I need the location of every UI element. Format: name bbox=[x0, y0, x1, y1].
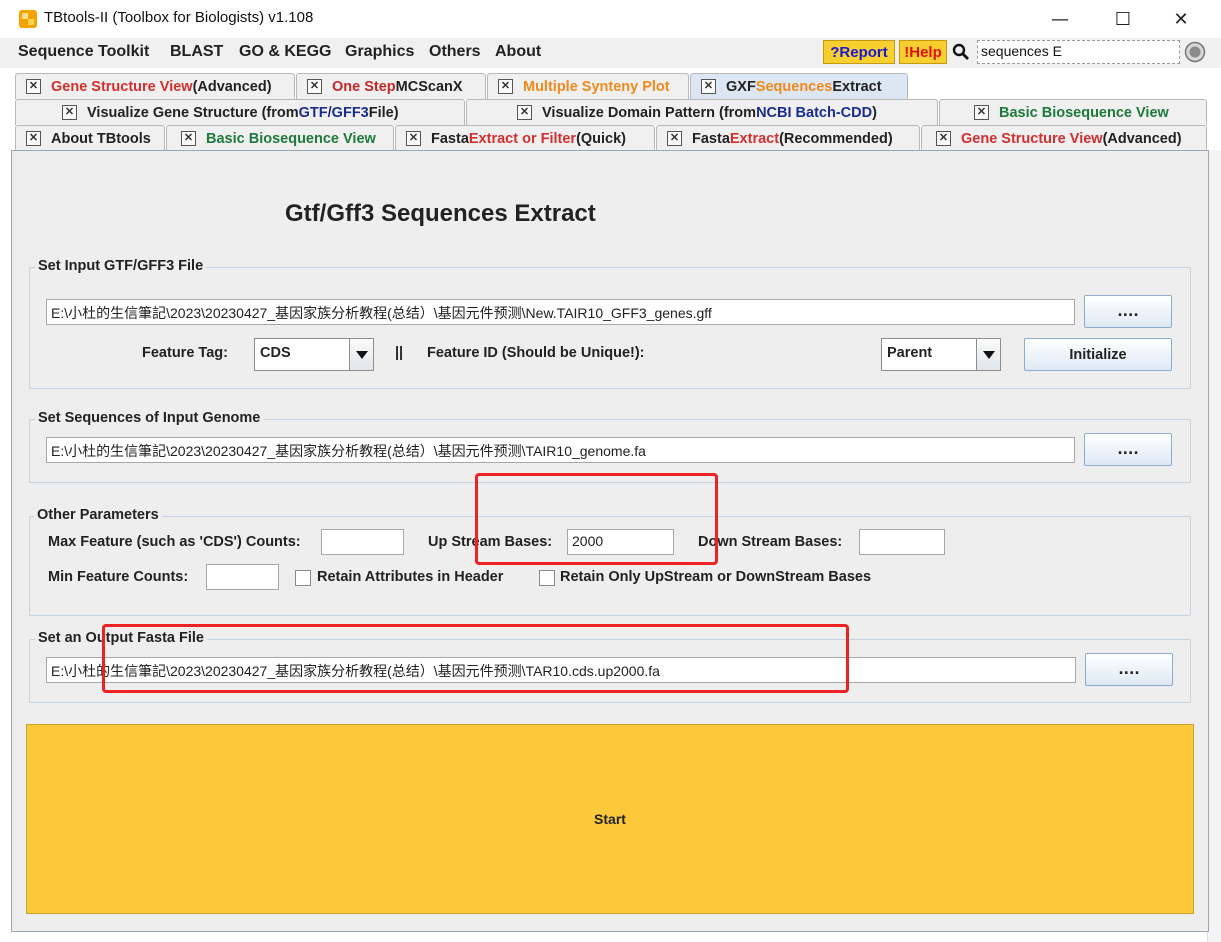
tab-row-2: ✕ Visualize Gene Structure (from GTF/GFF… bbox=[0, 99, 1221, 125]
tab-gene-structure-view-advanced-1[interactable]: ✕ Gene Structure View (Advanced) bbox=[15, 73, 295, 99]
retain-only-stream-label: Retain Only UpStream or DownStream Bases bbox=[560, 569, 872, 585]
close-window-button[interactable]: ✕ bbox=[1158, 4, 1204, 34]
maximize-button[interactable]: ☐ bbox=[1100, 4, 1146, 34]
maximize-icon: ☐ bbox=[1114, 8, 1132, 30]
tab-visualize-gene-structure[interactable]: ✕ Visualize Gene Structure (from GTF/GFF… bbox=[15, 99, 465, 125]
gff-file-path-input[interactable]: E:\小杜的生信筆記\2023\20230427_基因家族分析教程(总结）\基因… bbox=[46, 299, 1075, 325]
close-tab-icon[interactable]: ✕ bbox=[62, 105, 77, 120]
settings-indicator-icon[interactable] bbox=[1184, 41, 1206, 63]
max-feature-input[interactable] bbox=[321, 529, 404, 555]
feature-tag-select[interactable]: CDS bbox=[254, 338, 374, 371]
separator-text: || bbox=[395, 345, 404, 361]
menu-about[interactable]: About bbox=[495, 43, 541, 61]
tab-basic-biosequence-view-1[interactable]: ✕ Basic Biosequence View bbox=[939, 99, 1207, 125]
menu-sequence-toolkit[interactable]: Sequence Toolkit bbox=[18, 43, 149, 61]
retain-attributes-checkbox[interactable] bbox=[295, 570, 311, 586]
feature-id-label: Feature ID (Should be Unique!): bbox=[427, 345, 645, 361]
help-button[interactable]: !Help bbox=[899, 40, 947, 64]
tab-row-1: ✕ Gene Structure View (Advanced) ✕ One S… bbox=[0, 73, 1221, 99]
report-button[interactable]: ?Report bbox=[823, 40, 895, 64]
close-tab-icon[interactable]: ✕ bbox=[26, 79, 41, 94]
down-stream-label: Down Stream Bases: bbox=[698, 534, 843, 550]
output-browse-button[interactable]: .... bbox=[1085, 653, 1173, 686]
tab-gxf-sequences-extract[interactable]: ✕ GXF Sequences Extract bbox=[690, 73, 908, 99]
search-icon bbox=[952, 43, 969, 60]
menu-others[interactable]: Others bbox=[429, 43, 481, 61]
close-tab-icon[interactable]: ✕ bbox=[701, 79, 716, 94]
minimize-button[interactable]: — bbox=[1037, 4, 1083, 34]
genome-browse-button[interactable]: .... bbox=[1084, 433, 1172, 466]
page-title: Gtf/Gff3 Sequences Extract bbox=[285, 200, 596, 227]
tab-fasta-extract-or-filter[interactable]: ✕ Fasta Extract or Filter (Quick) bbox=[395, 125, 655, 151]
retain-attributes-label: Retain Attributes in Header bbox=[317, 569, 504, 585]
close-tab-icon[interactable]: ✕ bbox=[974, 105, 989, 120]
chevron-down-icon[interactable] bbox=[349, 339, 373, 370]
input-gff-group-label: Set Input GTF/GFF3 File bbox=[35, 258, 207, 274]
max-feature-label: Max Feature (such as 'CDS') Counts: bbox=[48, 534, 301, 550]
up-stream-input[interactable]: 2000 bbox=[567, 529, 674, 555]
close-tab-icon[interactable]: ✕ bbox=[667, 131, 682, 146]
output-file-path-input[interactable]: E:\小杜的生信筆記\2023\20230427_基因家族分析教程(总结）\基因… bbox=[46, 657, 1076, 683]
feature-id-select[interactable]: Parent bbox=[881, 338, 1001, 371]
tab-multiple-synteny-plot[interactable]: ✕ Multiple Synteny Plot bbox=[487, 73, 689, 99]
chevron-down-icon[interactable] bbox=[976, 339, 1000, 370]
feature-id-value: Parent bbox=[887, 345, 933, 361]
down-stream-input[interactable] bbox=[859, 529, 945, 555]
close-tab-icon[interactable]: ✕ bbox=[406, 131, 421, 146]
close-tab-icon[interactable]: ✕ bbox=[498, 79, 513, 94]
input-gff-group bbox=[29, 267, 1191, 389]
gff-browse-button[interactable]: .... bbox=[1084, 295, 1172, 328]
minimize-icon: — bbox=[1051, 8, 1069, 30]
tab-one-step-mcscanx[interactable]: ✕ One Step MCScanX bbox=[296, 73, 486, 99]
tab-about-tbtools[interactable]: ✕ About TBtools bbox=[15, 125, 165, 151]
up-stream-label: Up Stream Bases: bbox=[428, 534, 553, 550]
window-title: TBtools-II (Toolbox for Biologists) v1.1… bbox=[44, 9, 314, 26]
background-window-right bbox=[1207, 150, 1221, 942]
tab-gene-structure-view-advanced-2[interactable]: ✕ Gene Structure View (Advanced) bbox=[921, 125, 1207, 151]
params-group-label: Other Parameters bbox=[34, 507, 162, 523]
tab-visualize-domain-pattern[interactable]: ✕ Visualize Domain Pattern (from NCBI Ba… bbox=[466, 99, 938, 125]
min-feature-label: Min Feature Counts: bbox=[48, 569, 189, 585]
app-logo-icon bbox=[19, 10, 37, 28]
min-feature-input[interactable] bbox=[206, 564, 279, 590]
tab-basic-biosequence-view-2[interactable]: ✕ Basic Biosequence View bbox=[166, 125, 394, 151]
close-tab-icon[interactable]: ✕ bbox=[936, 131, 951, 146]
close-tab-icon[interactable]: ✕ bbox=[307, 79, 322, 94]
menu-graphics[interactable]: Graphics bbox=[345, 43, 414, 61]
genome-file-path-input[interactable]: E:\小杜的生信筆記\2023\20230427_基因家族分析教程(总结）\基因… bbox=[46, 437, 1075, 463]
start-button[interactable]: Start bbox=[26, 724, 1194, 914]
menu-blast[interactable]: BLAST bbox=[170, 43, 223, 61]
menu-go-kegg[interactable]: GO & KEGG bbox=[239, 43, 331, 61]
close-tab-icon[interactable]: ✕ bbox=[181, 131, 196, 146]
tab-row-3: ✕ About TBtools ✕ Basic Biosequence View… bbox=[0, 125, 1221, 151]
title-bar: TBtools-II (Toolbox for Biologists) v1.1… bbox=[0, 0, 1221, 38]
tab-fasta-extract-recommended[interactable]: ✕ Fasta Extract (Recommended) bbox=[656, 125, 920, 151]
feature-tag-label: Feature Tag: bbox=[142, 345, 228, 361]
feature-tag-value: CDS bbox=[260, 345, 291, 361]
initialize-button[interactable]: Initialize bbox=[1024, 338, 1172, 371]
genome-group-label: Set Sequences of Input Genome bbox=[35, 410, 264, 426]
close-tab-icon[interactable]: ✕ bbox=[26, 131, 41, 146]
output-group-label: Set an Output Fasta File bbox=[35, 630, 207, 646]
search-input[interactable]: sequences E bbox=[977, 40, 1180, 64]
retain-only-stream-checkbox[interactable] bbox=[539, 570, 555, 586]
close-tab-icon[interactable]: ✕ bbox=[517, 105, 532, 120]
close-icon: ✕ bbox=[1173, 8, 1189, 30]
